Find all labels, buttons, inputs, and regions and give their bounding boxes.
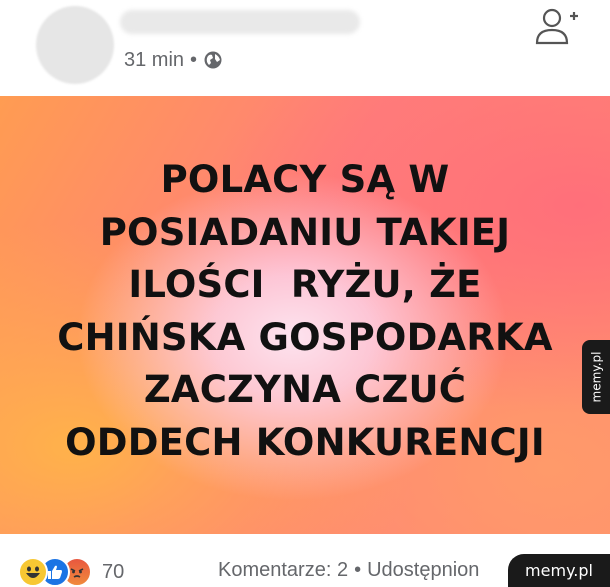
corner-watermark: memy.pl [508,554,610,587]
post-text-line: ODDECH KONKURENCJI [65,420,545,464]
stats-separator: • [354,559,362,581]
post-time[interactable]: 31 min [124,49,184,72]
post-header: 31 min • [0,0,610,96]
comments-count[interactable]: Komentarze: 2 [218,559,348,582]
post-text-line: ZACZYNA CZUĆ [143,368,467,411]
shares-count[interactable]: Udostępnion [367,559,479,582]
avatar[interactable] [36,6,114,84]
post-text-line: POSIADANIU TAKIEJ [99,210,511,254]
post-text-line: CHIŃSKA GOSPODARKA [57,315,553,359]
author-name-blurred[interactable] [120,10,360,34]
corner-watermark-text: memy.pl [525,561,593,580]
post-text-line: ILOŚCI RYŻU, ŻE [128,263,482,306]
post-image[interactable]: POLACY SĄ W POSIADANIU TAKIEJ ILOŚCI RYŻ… [0,96,610,534]
post-stats: Komentarze: 2 • Udostępnion [218,559,479,582]
laugh-reaction-icon [18,557,48,587]
post-text-line: POLACY SĄ W [160,158,450,201]
reaction-count[interactable]: 70 [102,561,124,584]
side-watermark-text: memy.pl [589,351,604,403]
post-meta: 31 min • [124,47,223,73]
side-watermark: memy.pl [582,340,610,414]
reactions-summary[interactable]: 70 [18,557,124,587]
add-friend-icon[interactable] [534,6,580,46]
meta-separator: • [190,48,198,71]
globe-icon [203,50,223,70]
post-text: POLACY SĄ W POSIADANIU TAKIEJ ILOŚCI RYŻ… [20,154,590,469]
